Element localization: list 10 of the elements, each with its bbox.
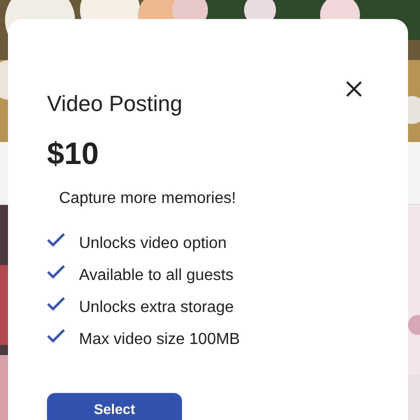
feature-text: Max video size 100MB xyxy=(79,330,240,350)
select-button[interactable]: Select xyxy=(47,392,182,420)
feature-text: Unlocks extra storage xyxy=(79,298,234,318)
close-button[interactable] xyxy=(346,81,362,97)
close-icon xyxy=(346,81,362,97)
price: $10 xyxy=(47,135,100,173)
feature-text: Available to all guests xyxy=(79,266,234,286)
dialog-title: Video Posting xyxy=(47,91,184,118)
feature-text: Unlocks video option xyxy=(79,234,227,254)
subtitle: Capture more memories! xyxy=(59,188,237,209)
